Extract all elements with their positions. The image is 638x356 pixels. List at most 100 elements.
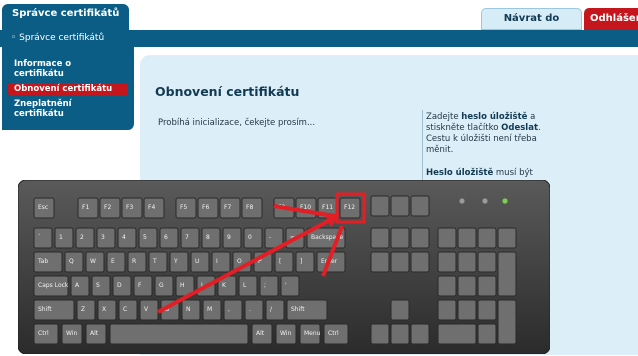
r2-9-key-label: O	[237, 258, 242, 265]
r1-1-key	[54, 227, 74, 249]
r4-8-key	[223, 299, 243, 321]
r2-8-key	[211, 251, 231, 273]
r5-1-key-label: Win	[66, 330, 77, 337]
np-0-2-key	[477, 227, 497, 249]
sidebar-item-certificate-info[interactable]: Informace o certifikátu	[14, 59, 114, 79]
r3-6-key-label: H	[180, 282, 185, 289]
r4-2-key-label: X	[102, 306, 106, 313]
r1-2-key-label: 2	[80, 234, 84, 241]
r3-9-key	[238, 275, 258, 297]
r1-10-key	[243, 227, 263, 249]
page-title: Obnovení certifikátu	[155, 84, 300, 99]
r2-11-key-label: [	[279, 258, 281, 265]
r2-8-key-label: I	[216, 258, 218, 265]
r2-6-key	[169, 251, 189, 273]
np-0-1-key	[457, 227, 477, 249]
r4-0-key-label: Shift	[38, 306, 52, 313]
r2-2-key-label: W	[90, 258, 96, 265]
led-num-lock	[459, 198, 465, 204]
r1-0-key	[33, 227, 53, 249]
r3-10-key-label: ;	[264, 282, 266, 289]
keyboard-illustration: EscF1F2F3F4F5F6F7F8F9F10F11F12`123456789…	[18, 180, 550, 354]
r3-5-key	[154, 275, 174, 297]
led-scroll-lock	[502, 198, 508, 204]
r4-3-key-label: C	[123, 306, 127, 313]
arrow-2-key	[390, 323, 410, 345]
r3-1-key	[70, 275, 90, 297]
r2-7-key-label: U	[195, 258, 199, 265]
r1-7-key	[180, 227, 200, 249]
r3-4-key	[133, 275, 153, 297]
r4-6-key-label: N	[186, 306, 191, 313]
r3-4-key-label: F	[138, 282, 142, 289]
np-enter-key	[497, 299, 517, 345]
nav-1-key	[390, 227, 410, 249]
np-3-2-key	[477, 299, 497, 321]
status-text: Probíhá inicializace, čekejte prosím...	[158, 118, 316, 128]
np-plus-key	[497, 251, 517, 297]
r4-1-key-label: Z	[81, 306, 85, 313]
fn-1-key-label: F1	[82, 204, 89, 211]
np-1-1-key	[457, 251, 477, 273]
r1-5-key-label: 5	[143, 234, 147, 241]
r3-0-key-label: Caps Lock	[38, 282, 69, 289]
breadcrumb[interactable]: ◦ Správce certifikátů	[11, 33, 104, 43]
np-2-2-key	[477, 275, 497, 297]
help-paragraph-1: Zadejte heslo úložiště a stiskněte tlačí…	[426, 112, 541, 155]
help-paragraph-2: Heslo úložiště musí být	[426, 168, 533, 178]
r1-5-key	[138, 227, 158, 249]
r1-4-key	[117, 227, 137, 249]
r3-2-key-label: S	[96, 282, 100, 289]
r4-4-key	[139, 299, 159, 321]
r5-4-key-label: Alt	[256, 330, 265, 337]
np-0-key	[437, 323, 477, 345]
np-1-2-key	[477, 251, 497, 273]
r2-4-key-label: R	[132, 258, 136, 265]
r4-9-key-label: .	[249, 306, 251, 313]
r2-5-key	[148, 251, 168, 273]
r1-9-key-label: 9	[227, 234, 231, 241]
fn-4-key-label: F4	[148, 204, 155, 211]
sidebar-item-certificate-renewal[interactable]: Obnovení certifikátu	[8, 83, 128, 95]
np-2-1-key	[457, 275, 477, 297]
fn-8-key-label: F8	[246, 204, 253, 211]
nav-3-key	[370, 251, 390, 273]
r2-6-key-label: Y	[173, 258, 178, 265]
r4-8-key-label: ,	[228, 306, 230, 313]
r4-2-key	[97, 299, 117, 321]
arrow-1-key	[370, 323, 390, 345]
back-to-app-button[interactable]: Návrat do aplikace	[481, 8, 582, 44]
r2-12-key	[295, 251, 315, 273]
r1-9-key	[222, 227, 242, 249]
r2-1-key-label: Q	[69, 258, 74, 265]
app-title-tab[interactable]: Správce certifikátů	[2, 4, 130, 30]
sidebar-item-certificate-revocation[interactable]: Zneplatnění certifikátu	[14, 99, 114, 119]
r1-6-key	[159, 227, 179, 249]
top-bar: Správce certifikátů Návrat do aplikace O…	[0, 0, 638, 44]
r2-3-key	[106, 251, 126, 273]
r2-1-key	[64, 251, 84, 273]
r4-10-key	[265, 299, 285, 321]
r2-0-key-label: Tab	[37, 258, 48, 265]
r3-3-key-label: D	[117, 282, 122, 289]
nav-5-key	[410, 251, 430, 273]
r1-0-key-label: `	[38, 234, 41, 241]
r1-7-key-label: 7	[185, 234, 189, 241]
r2-12-key-label: ]	[300, 258, 302, 265]
logout-button[interactable]: Odhlášení	[584, 8, 638, 30]
r2-5-key-label: T	[152, 258, 157, 265]
arrow-3-key	[410, 323, 430, 345]
r5-6-key-label: Menu	[304, 330, 321, 337]
breadcrumb-bar: ◦ Správce certifikátů	[0, 30, 638, 47]
fn-12-key-label: F12	[344, 204, 355, 211]
r4-3-key	[118, 299, 138, 321]
np-0-3-key	[497, 227, 517, 249]
np-dot-key	[477, 323, 497, 345]
nav-2-key	[410, 227, 430, 249]
nav-0-key	[370, 227, 390, 249]
r1-8-key	[201, 227, 221, 249]
r4-7-key-label: M	[207, 306, 212, 313]
np-2-0-key	[437, 275, 457, 297]
r1-4-key-label: 4	[122, 234, 126, 241]
fn-2-key-label: F2	[104, 204, 111, 211]
